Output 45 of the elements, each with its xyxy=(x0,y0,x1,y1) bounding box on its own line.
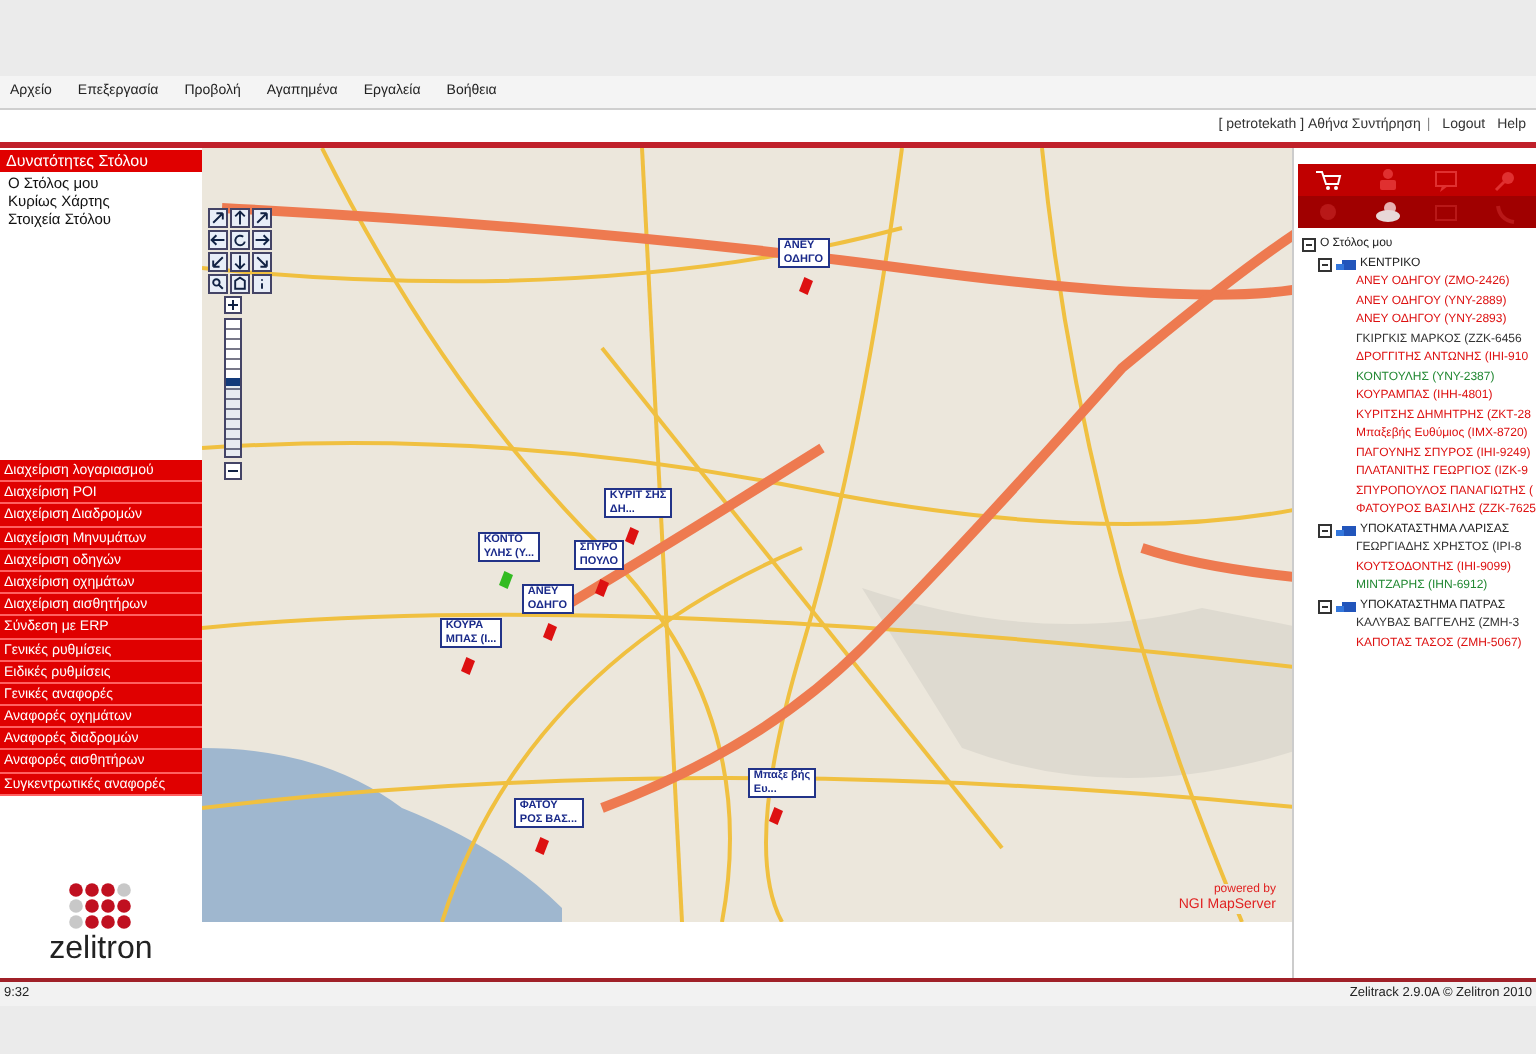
vehicle-marker[interactable] xyxy=(459,656,476,676)
vehicle-marker[interactable] xyxy=(797,276,814,296)
arrow-icon xyxy=(209,252,226,272)
collapse-icon[interactable] xyxy=(1317,599,1332,614)
arrow-button[interactable] xyxy=(251,252,272,272)
arrow-button[interactable] xyxy=(229,252,250,272)
logo-text: zelitron xyxy=(49,934,153,966)
arrow-icon xyxy=(209,230,226,250)
vehicle-marker[interactable] xyxy=(533,836,550,856)
rotate-icon xyxy=(231,230,248,250)
minus-icon xyxy=(225,464,240,478)
collapse-icon[interactable] xyxy=(1317,523,1332,538)
vehicle-marker[interactable] xyxy=(623,526,640,546)
collapse-icon[interactable] xyxy=(1317,257,1332,272)
info-button[interactable] xyxy=(251,274,272,294)
arrow-icon xyxy=(253,208,270,228)
vehicle-group-icon xyxy=(1335,523,1356,538)
cloud-icon[interactable] xyxy=(1373,200,1402,224)
zoom-icon xyxy=(209,274,226,294)
vehicle-group-icon xyxy=(1335,257,1356,272)
arrow-icon xyxy=(253,252,270,272)
arrow-button[interactable] xyxy=(251,208,272,228)
arrow-icon xyxy=(209,208,226,228)
section-header: Δυνατότητες Στόλου xyxy=(0,150,202,172)
logo-icon xyxy=(64,880,137,934)
arrow-button[interactable] xyxy=(207,252,228,272)
home-button[interactable] xyxy=(229,274,250,294)
vehicle-marker[interactable] xyxy=(767,806,784,826)
collapse-icon[interactable] xyxy=(1301,238,1316,253)
vehicle-marker[interactable] xyxy=(593,578,610,598)
cart-icon[interactable] xyxy=(1313,168,1342,192)
arrow-icon xyxy=(231,208,248,228)
vehicle-marker[interactable] xyxy=(497,570,514,590)
arrow-button[interactable] xyxy=(207,230,228,250)
vehicle-group-icon xyxy=(1335,599,1356,614)
rotate-button[interactable] xyxy=(229,230,250,250)
home-icon xyxy=(231,274,248,294)
arrow-button[interactable] xyxy=(251,230,272,250)
vehicle-marker[interactable] xyxy=(541,622,558,642)
arrow-button[interactable] xyxy=(229,208,250,228)
plus-icon xyxy=(225,298,240,312)
arrow-button[interactable] xyxy=(207,208,228,228)
arrow-icon xyxy=(231,252,248,272)
zoom-button[interactable] xyxy=(207,274,228,294)
arrow-icon xyxy=(253,230,270,250)
